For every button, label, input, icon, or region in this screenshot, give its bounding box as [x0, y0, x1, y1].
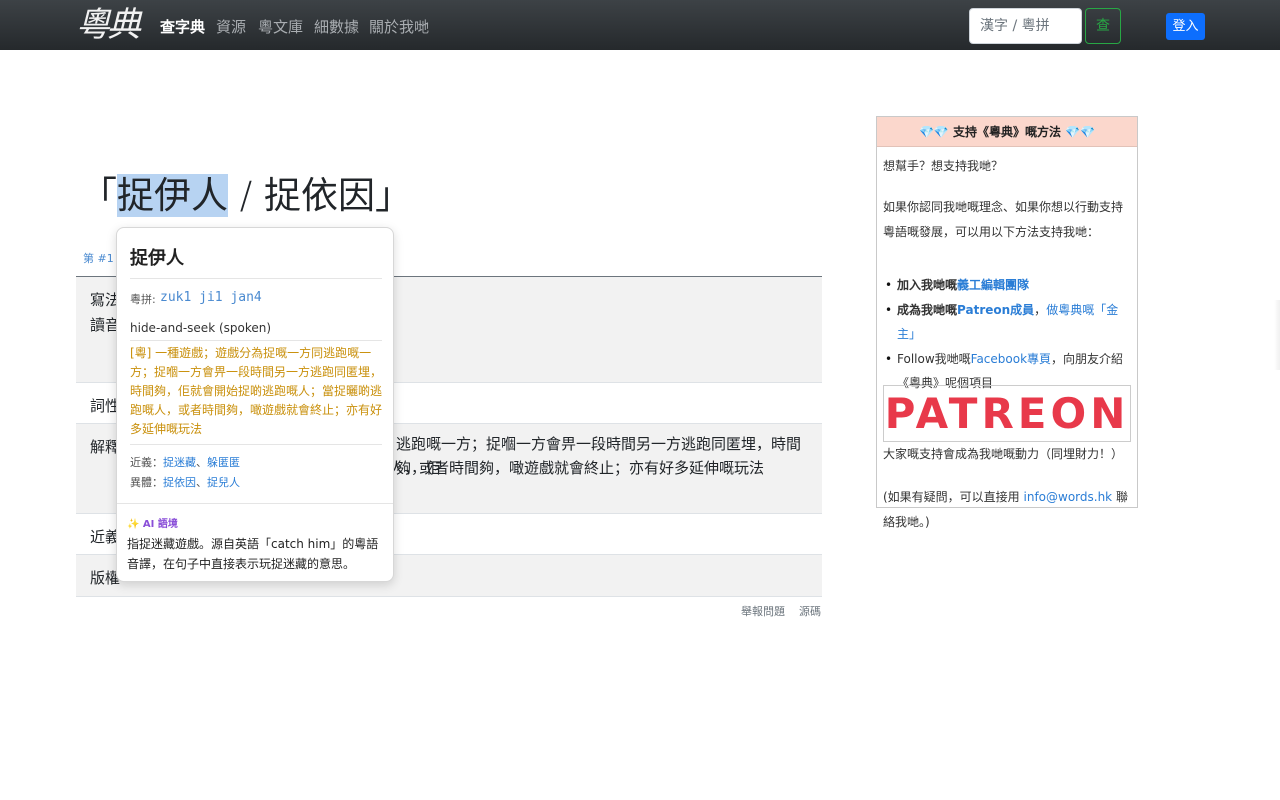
facebook-page-link[interactable]: Facebook專頁 [971, 352, 1051, 366]
nav-link-data[interactable]: 細數據 [314, 17, 359, 37]
synonym-link[interactable]: 捉迷藏 [163, 456, 196, 469]
support-intro: 如果你認同我哋嘅理念、如果你想以行動支持粵語嘅發展，可以用以下方法支持我哋： [883, 200, 1124, 239]
nav-link-about[interactable]: 關於我哋 [369, 17, 429, 37]
patreon-logo[interactable]: PATREON [883, 385, 1131, 442]
divider [130, 444, 382, 445]
popup-title: 捉伊人 [130, 248, 184, 269]
jyutping-value: zuk1 ji1 jan4 [160, 290, 262, 305]
ai-context-text: 指捉迷藏遊戲。源自英語「catch him」的粵語音譯，在句子中直接表示玩捉迷藏… [127, 537, 379, 571]
support-question: 想幫手？想支持我哋？ [883, 159, 1004, 173]
nav-link-corpus[interactable]: 粵文庫 [258, 17, 303, 37]
divider [117, 503, 393, 504]
support-thanks: 大家嘅支持會成為我哋嘅動力（同埋財力！） [883, 447, 1124, 461]
volunteer-team-link[interactable]: 義工編輯團隊 [957, 278, 1029, 292]
login-button[interactable]: 登入 [1166, 13, 1205, 40]
navbar: 粵典 查字典 資源 粵文庫 細數據 關於我哋 漢字 / 粵拼 查 登入 [0, 0, 1280, 50]
nav-link-dictionary[interactable]: 查字典 [160, 17, 205, 37]
footer-links: 舉報問題 源碼 [741, 603, 821, 619]
brand-logo[interactable]: 粵典 [76, 4, 141, 46]
word-popup: 捉伊人 粵拼: zuk1 ji1 jan4 hide-and-seek (spo… [116, 227, 394, 582]
patreon-member-link[interactable]: Patreon成員 [957, 303, 1034, 317]
list-item: 成為我哋嘅Patreon成員，做粵典嘅「金主」 [883, 298, 1133, 347]
page-title: 「捉伊人 / 捉依因」 [80, 174, 412, 217]
definition-line-2: 人，或者時間夠，噉遊戲就會終止；亦有好多延伸嘅玩法 [389, 459, 765, 477]
support-panel: 💎💎 支持《粵典》嘅方法 💎💎 想幫手？想支持我哋？ 如果你認同我哋嘅理念、如果… [876, 116, 1138, 529]
variants-line: 異體：捉依因、捉兒人 [130, 476, 240, 489]
source-code-link[interactable]: 源碼 [799, 605, 821, 618]
variant-link[interactable]: 捉依因 [163, 476, 196, 489]
synonym-link[interactable]: 躲匿匿 [207, 456, 240, 469]
support-panel-header: 💎💎 支持《粵典》嘅方法 💎💎 [877, 117, 1137, 147]
search-input[interactable]: 漢字 / 粵拼 [969, 8, 1082, 44]
nav-link-resources[interactable]: 資源 [216, 17, 246, 37]
divider [130, 340, 382, 341]
report-issue-link[interactable]: 舉報問題 [741, 605, 785, 618]
jyutping-label: 粵拼: [130, 293, 156, 306]
support-contact: (如果有疑問，可以直接用 info@words.hk 聯絡我哋。) [883, 490, 1128, 529]
support-list: 加入我哋嘅義工編輯團隊 成為我哋嘅Patreon成員，做粵典嘅「金主」 Foll… [883, 273, 1133, 396]
popup-definition: [粵] 一種遊戲；遊戲分為捉嘅一方同逃跑嘅一方；捉嗰一方會畀一段時間另一方逃跑同… [130, 346, 383, 436]
variant-link[interactable]: 捉兒人 [207, 476, 240, 489]
english-gloss: hide-and-seek (spoken) [130, 321, 272, 335]
ai-context-label: ✨ AI 語境 [127, 519, 178, 530]
list-item: 加入我哋嘅義工編輯團隊 [883, 273, 1133, 298]
selected-text: 捉伊人 [117, 174, 228, 217]
scroll-edge [1274, 300, 1280, 370]
contact-email-link[interactable]: info@words.hk [1024, 490, 1113, 504]
search-button[interactable]: 查 [1085, 8, 1121, 44]
divider [130, 278, 382, 279]
synonyms-line: 近義：捉迷藏、躲匿匿 [130, 456, 240, 469]
